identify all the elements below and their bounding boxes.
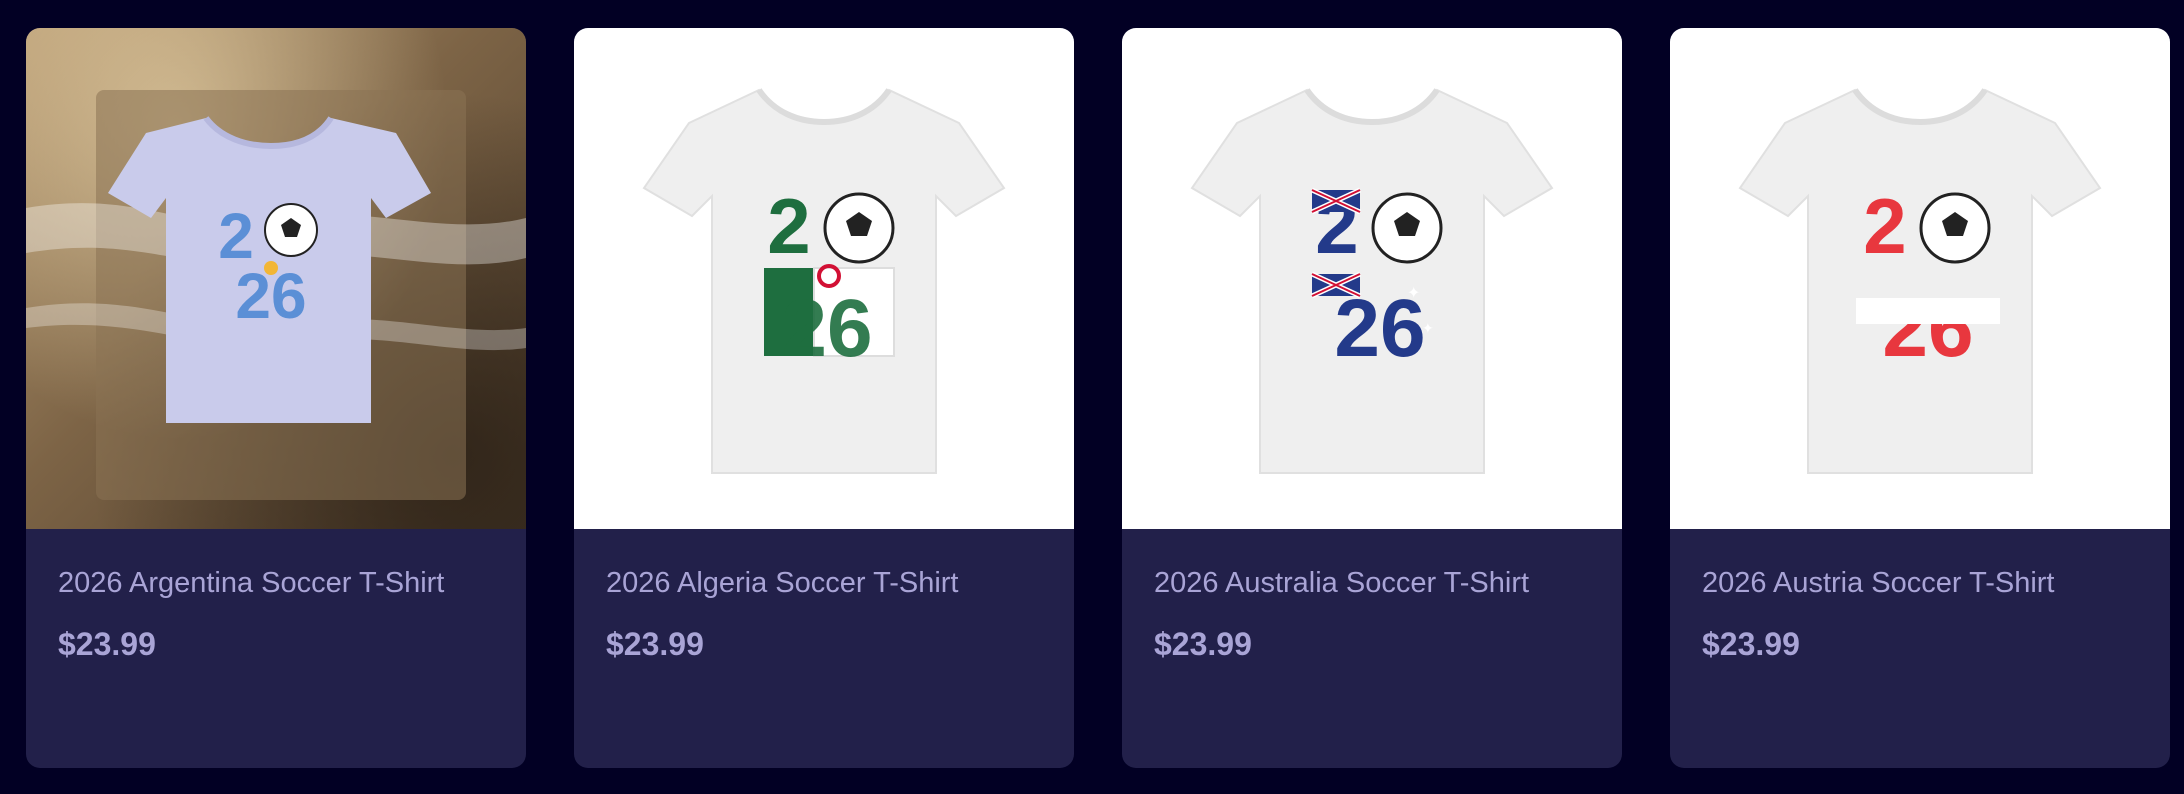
product-card-algeria[interactable]: 2 26 2026 Algeria Soccer T-Shirt $23.99	[574, 28, 1074, 768]
product-title[interactable]: 2026 Austria Soccer T-Shirt	[1702, 567, 2138, 600]
svg-text:26: 26	[781, 283, 872, 374]
product-image[interactable]: 2 26	[26, 28, 526, 529]
product-title[interactable]: 2026 Argentina Soccer T-Shirt	[58, 567, 494, 600]
product-card-argentina[interactable]: 2 26 2026 Argentina Soccer T-Shirt $23.9…	[26, 28, 526, 768]
product-grid: 2 26 2026 Argentina Soccer T-Shirt $23.9…	[26, 28, 2170, 768]
tshirt-image: 2 26	[1738, 88, 2102, 474]
svg-text:2: 2	[1863, 182, 1906, 270]
product-image[interactable]: 2 26	[1670, 28, 2170, 529]
product-card-australia[interactable]: 2 26 ✦ ✦ 2026 Australia Soccer T-Shirt $…	[1122, 28, 1622, 768]
product-price: $23.99	[606, 626, 704, 662]
product-price: $23.99	[1154, 626, 1252, 662]
product-card-austria[interactable]: 2 26 2026 Austria Soccer T-Shirt $23.99	[1670, 28, 2170, 768]
product-price: $23.99	[58, 626, 156, 662]
tshirt-image: 2 26	[642, 88, 1006, 474]
product-title[interactable]: 2026 Australia Soccer T-Shirt	[1154, 567, 1590, 600]
svg-text:2: 2	[767, 182, 810, 270]
product-image[interactable]: 2 26 ✦ ✦	[1122, 28, 1622, 529]
product-image[interactable]: 2 26	[574, 28, 1074, 529]
product-title[interactable]: 2026 Algeria Soccer T-Shirt	[606, 567, 1042, 600]
product-price: $23.99	[1702, 626, 1800, 662]
svg-text:✦: ✦	[1407, 283, 1420, 302]
tshirt-image: 2 26 ✦ ✦	[1190, 88, 1554, 474]
tshirt-image: 2 26	[26, 90, 526, 500]
svg-text:✦: ✦	[1422, 321, 1434, 337]
svg-text:26: 26	[1882, 283, 1973, 374]
